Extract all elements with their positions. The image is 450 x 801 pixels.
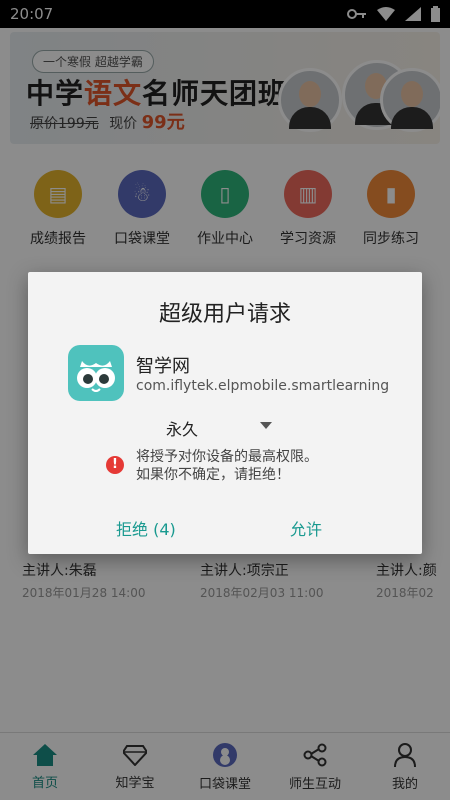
dialog-title: 超级用户请求 — [158, 302, 291, 327]
deny-button[interactable]: 拒绝 (4) — [116, 516, 176, 540]
chevron-down-icon[interactable] — [260, 422, 272, 429]
app-package: com.iflytek.elpmobile.smartlearning — [136, 378, 390, 394]
superuser-dialog: 超级用户请求 智学网 com.iflytek.elpmobile.smartle… — [28, 272, 422, 554]
owl-app-icon — [68, 345, 124, 401]
duration-select[interactable]: 永久 — [166, 416, 198, 440]
app-name: 智学网 — [136, 356, 190, 377]
warning-icon: ! — [106, 456, 124, 474]
warning-text: 将授予对你设备的最高权限。 如果你不确定，请拒绝！ — [136, 449, 318, 483]
allow-button[interactable]: 允许 — [290, 516, 322, 540]
